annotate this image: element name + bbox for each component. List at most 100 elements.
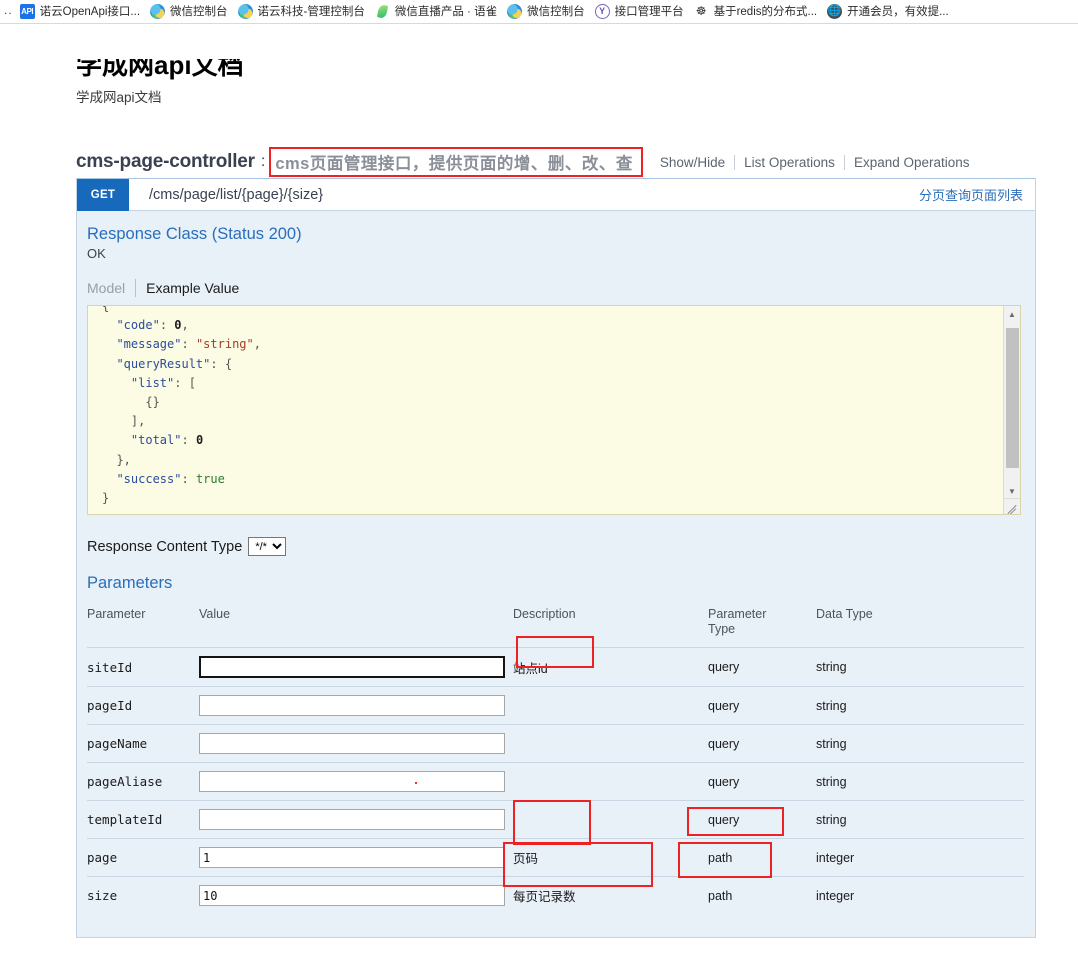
show-hide-link[interactable]: Show/Hide [651,155,734,170]
operation-block: GET /cms/page/list/{page}/{size} 分页查询页面列… [76,178,1036,938]
expand-operations-link[interactable]: Expand Operations [845,155,979,170]
parameter-description-page: 页码 [513,838,708,877]
data-type-pageId: string [816,686,1024,725]
parameter-name-page: page [87,838,199,877]
wechat-icon [150,4,166,19]
list-operations-link[interactable]: List Operations [735,155,844,170]
globe-icon: 🌐 [827,4,843,19]
input-pageName[interactable] [199,733,505,754]
parameter-description-pageId [513,686,708,725]
input-page[interactable] [199,847,505,868]
tab-model[interactable]: Model [87,280,135,296]
input-siteId[interactable] [199,656,505,678]
bookmark-item-membership[interactable]: 🌐 开通会员，有效提... [823,1,955,23]
operation-body: Response Class (Status 200) OK Model Exa… [77,211,1035,914]
bookmark-item-redis-distributed[interactable]: ☸ 基于redis的分布式... [690,1,824,23]
parameter-name-pageName: pageName [87,724,199,763]
table-row: siteId 站点id query string [87,647,1024,687]
data-type-pageName: string [816,724,1024,763]
tab-example-value[interactable]: Example Value [136,280,239,296]
yapi-icon: Y [594,4,610,19]
input-templateId[interactable] [199,809,505,830]
parameter-name-size: size [87,876,199,914]
response-content-type-row: Response Content Type */* [87,537,1035,556]
table-row: pageAliase query string [87,762,1024,801]
csdn-icon: ☸ [695,4,707,18]
column-header-value: Value [199,607,231,621]
input-pageId[interactable] [199,695,505,716]
parameter-type-pageAliase: query [708,762,816,801]
input-pageAliase[interactable] [199,771,505,792]
table-row: pageName query string [87,724,1024,763]
table-row: pageId query string [87,686,1024,725]
operation-path: /cms/page/list/{page}/{size} [149,186,324,203]
parameter-description-templateId [513,800,708,839]
response-class-heading: Response Class (Status 200) [87,225,302,243]
bookmark-label: 开通会员，有效提... [847,5,949,18]
code-block-scrollbar[interactable]: ▲ ▼ [1003,306,1020,500]
cursor-artifact-dot [415,782,417,784]
bookmark-label: 接口管理平台 [614,5,684,18]
controller-description-annotation: cms页面管理接口，提供页面的增、删、改、查 [269,147,643,177]
table-header-row: Parameter Value Description Parameter Typ… [87,607,1024,648]
bookmark-label: 基于redis的分布式... [713,5,818,18]
bookmark-label: 微信控制台 [170,5,228,18]
parameter-type-line2: Type [708,622,736,636]
model-example-tabs: Model Example Value [87,279,1035,297]
api-icon: API [19,4,35,19]
scroll-up-icon[interactable]: ▲ [1004,306,1020,323]
table-row: page 页码 path integer [87,838,1024,877]
operation-header[interactable]: GET /cms/page/list/{page}/{size} 分页查询页面列… [77,179,1035,211]
bookmark-item-yapi[interactable]: Y 接口管理平台 [591,1,690,23]
parameter-type-page: path [708,838,816,877]
parameter-description-pageAliase [513,762,708,801]
response-class-status-text: OK [87,246,106,261]
parameter-type-line1: Parameter [708,607,767,621]
controller-operations: Show/Hide List Operations Expand Operati… [651,154,979,170]
bookmark-item-wechat-console-2[interactable]: 微信控制台 [503,1,591,23]
data-type-templateId: string [816,800,1024,839]
controller-separator: : [260,153,266,170]
bookmark-item-nuoyun-admin-console[interactable]: 诺云科技-管理控制台 [234,1,371,23]
bookmark-label: 微信控制台 [527,5,585,18]
operation-summary: 分页查询页面列表 [918,188,1023,203]
controller-description: cms页面管理接口，提供页面的增、删、改、查 [275,154,633,173]
bookmark-overflow-indicator[interactable]: .. [2,3,16,21]
scrollbar-thumb[interactable] [1006,328,1019,468]
bookmark-item-nuoyun-openapi[interactable]: API 诺云OpenApi接口... [16,1,146,23]
input-size[interactable] [199,885,505,906]
parameter-type-templateId: query [708,800,816,839]
swagger-page: 学成网api文档 学成网api文档 cms-page-controller : … [0,24,1078,959]
bookmark-label: 微信直播产品 · 语雀 [394,5,498,18]
response-content-type-label: Response Content Type [87,538,243,555]
data-type-pageAliase: string [816,762,1024,801]
bookmark-label: 诺云OpenApi接口... [39,5,141,18]
controller-name[interactable]: cms-page-controller [76,151,255,173]
table-row: size 每页记录数 path integer [87,876,1024,914]
parameter-name-pageId: pageId [87,686,199,725]
page-title: 学成网api文档 [76,50,244,80]
column-header-description: Description [513,607,576,621]
data-type-siteId: string [816,647,1024,687]
wechat-icon [507,4,523,19]
response-content-type-select[interactable]: */* [248,537,287,556]
column-header-parameter: Parameter [87,607,146,621]
parameter-type-pageName: query [708,724,816,763]
bookmark-item-wechat-console-1[interactable]: 微信控制台 [146,1,234,23]
parameter-name-siteId: siteId [87,647,199,687]
data-type-size: integer [816,876,1024,914]
parameter-description-siteId: 站点id [513,647,708,687]
bookmark-item-wechat-live-yuque[interactable]: 微信直播产品 · 语雀 [371,1,503,23]
controller-header: cms-page-controller : cms页面管理接口，提供页面的增、删… [76,147,1036,177]
parameter-description-size: 每页记录数 [513,876,708,914]
yuque-icon [375,4,390,19]
parameter-type-siteId: query [708,647,816,687]
parameter-description-pageName [513,724,708,763]
http-method-badge: GET [77,179,129,211]
example-value-code-block: { "code": 0, "message": "string", "query… [87,305,1021,515]
parameter-type-pageId: query [708,686,816,725]
parameters-table: Parameter Value Description Parameter Typ… [87,607,1024,914]
browser-bookmark-bar: .. API 诺云OpenApi接口... 微信控制台 诺云科技-管理控制台 微… [0,0,1078,24]
resize-grip-handle[interactable] [1003,498,1020,514]
example-value-json: { "code": 0, "message": "string", "query… [102,305,261,506]
